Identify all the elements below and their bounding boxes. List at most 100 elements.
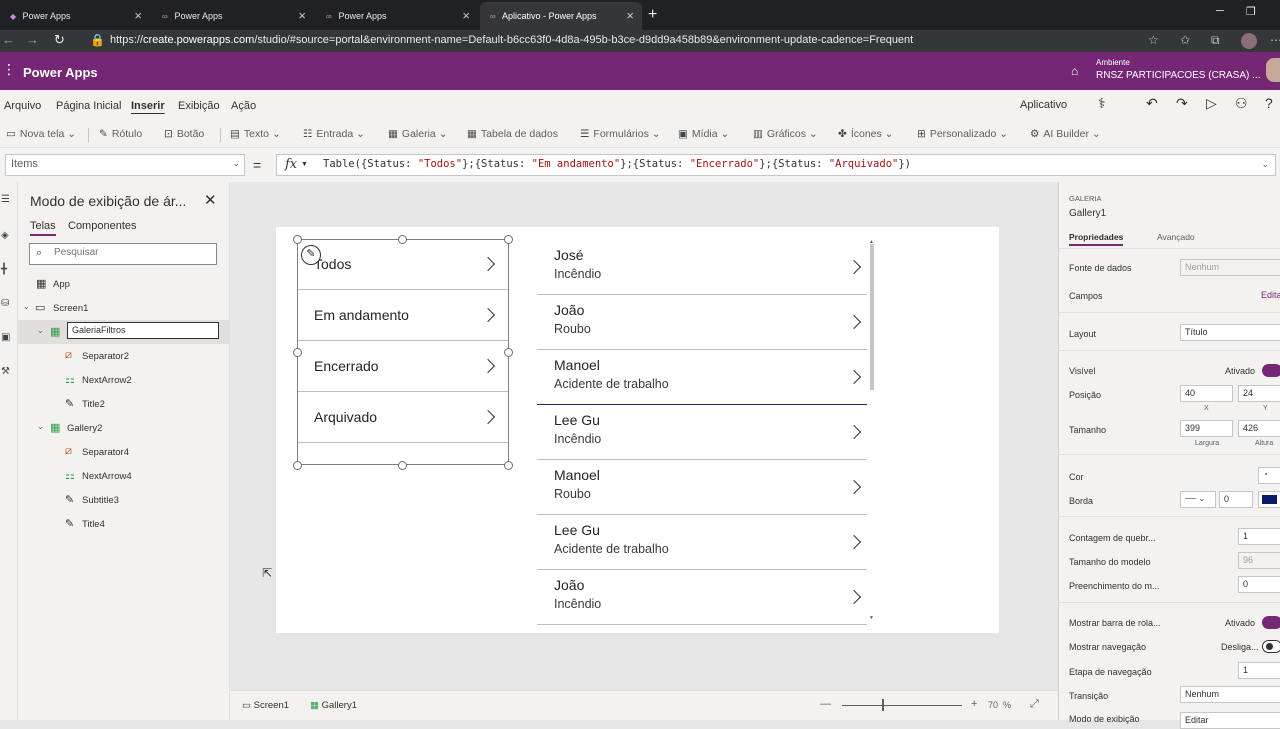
browser-tab-active[interactable]: ∞ Aplicativo - Power Apps × — [480, 2, 642, 30]
ribbon-rotulo[interactable]: ✎ Rótulo — [99, 128, 142, 140]
next-arrow-icon[interactable] — [846, 534, 862, 550]
rename-input[interactable]: GaleriaFiltros — [67, 322, 219, 339]
tree-node-app[interactable]: ▦ App — [18, 272, 230, 296]
resize-handle[interactable] — [398, 235, 407, 244]
zoom-slider-thumb[interactable] — [882, 699, 884, 711]
data-source-dropdown[interactable]: Nenhum — [1180, 259, 1280, 276]
height-input[interactable]: 426 — [1238, 420, 1280, 437]
resize-handle[interactable] — [504, 235, 513, 244]
navigation-step-input[interactable]: 1 — [1238, 662, 1280, 679]
help-icon[interactable]: ? — [1265, 95, 1273, 111]
tree-node-screen1[interactable]: ⌄ ▭ Screen1 — [18, 296, 230, 320]
tab-telas[interactable]: Telas — [30, 220, 56, 236]
ribbon-tabela-dados[interactable]: ▦ Tabela de dados — [467, 128, 558, 140]
fill-color-picker[interactable]: ◔ — [1258, 467, 1280, 484]
border-color-picker[interactable] — [1258, 491, 1280, 508]
new-tab-button[interactable]: + — [648, 6, 657, 24]
width-input[interactable]: 399 — [1180, 420, 1233, 437]
lock-icon[interactable]: 🔒 — [90, 33, 105, 47]
app-name[interactable]: Power Apps — [23, 65, 98, 80]
formula-input[interactable]: fx ▼ Table({Status: "Todos"};{Status: "E… — [276, 154, 1276, 176]
next-arrow-icon[interactable] — [846, 314, 862, 330]
scrollbar-toggle[interactable] — [1262, 616, 1280, 629]
tree-node-nextarrow4[interactable]: ⚏ NextArrow4 — [18, 464, 230, 488]
url-field[interactable]: https://create.powerapps.com/studio/#sou… — [110, 34, 913, 46]
maximize-icon[interactable]: ❐ — [1246, 5, 1256, 18]
display-mode-dropdown[interactable]: Editar — [1180, 712, 1280, 729]
tree-node-gallery2[interactable]: ⌄ ▦ Gallery2 — [18, 416, 230, 440]
gallery-item[interactable]: João Roubo — [537, 295, 867, 350]
chevron-down-icon[interactable]: ⌄ — [23, 302, 30, 311]
fit-to-window-icon[interactable]: ⤢ — [1030, 698, 1039, 711]
insert-icon[interactable]: ╋ — [1, 264, 7, 275]
ribbon-midia[interactable]: ▣ Mídia ⌄ — [678, 128, 729, 140]
menu-arquivo[interactable]: Arquivo — [4, 100, 41, 112]
environment-name[interactable]: RNSZ PARTICIPACOES (CRASA) ... — [1096, 70, 1260, 81]
chevron-down-icon[interactable]: ⌄ — [37, 326, 44, 335]
next-arrow-icon[interactable] — [846, 259, 862, 275]
chevron-down-icon[interactable]: ▼ — [301, 161, 308, 168]
gallery-item[interactable]: Manoel Roubo — [537, 460, 867, 515]
next-arrow-icon[interactable] — [846, 424, 862, 440]
ribbon-ai-builder[interactable]: ⚙ AI Builder ⌄ — [1030, 128, 1101, 140]
tree-node-title2[interactable]: ✎ Title2 — [18, 392, 230, 416]
gallery-scrollbar[interactable] — [870, 244, 874, 390]
hamburger-icon[interactable]: ☰ — [1, 194, 10, 205]
gallery-item[interactable]: João Incêndio — [537, 570, 867, 625]
ribbon-formularios[interactable]: ☰ Formulários ⌄ — [580, 128, 661, 140]
property-dropdown[interactable]: Items ⌄ — [5, 154, 245, 176]
navigation-toggle[interactable] — [1262, 640, 1280, 653]
ribbon-texto[interactable]: ▤ Texto ⌄ — [230, 128, 281, 140]
border-style-dropdown[interactable]: ── ⌄ — [1180, 491, 1216, 508]
undo-icon[interactable]: ↶ — [1146, 95, 1158, 112]
tree-node-nextarrow2[interactable]: ⚏ NextArrow2 — [18, 368, 230, 392]
tree-node-subtitle3[interactable]: ✎ Subtitle3 — [18, 488, 230, 512]
visible-toggle[interactable] — [1262, 364, 1280, 377]
layout-dropdown[interactable]: Título — [1180, 324, 1280, 341]
ribbon-entrada[interactable]: ☷ Entrada ⌄ — [303, 128, 365, 140]
back-icon[interactable]: ← — [2, 32, 15, 47]
tree-node-separator2[interactable]: ⧄ Separator2 — [18, 344, 230, 368]
menu-inserir[interactable]: Inserir — [131, 100, 165, 112]
template-size-input[interactable]: 96 — [1238, 552, 1280, 569]
user-avatar[interactable] — [1266, 58, 1280, 82]
profile-avatar[interactable] — [1241, 33, 1257, 49]
gallery-item[interactable]: Lee Gu Acidente de trabalho — [537, 515, 867, 570]
border-width-input[interactable]: 0 — [1219, 491, 1253, 508]
browser-tab-2[interactable]: ∞ Power Apps × — [152, 2, 314, 30]
ribbon-graficos[interactable]: ▥ Gráficos ⌄ — [753, 128, 818, 140]
zoom-out-button[interactable]: — — [820, 698, 831, 710]
gallery-item[interactable]: José Incêndio — [537, 240, 867, 295]
stethoscope-icon[interactable]: ⚕ — [1098, 95, 1106, 112]
media-icon[interactable]: ▣ — [1, 332, 10, 343]
control-name[interactable]: Gallery1 — [1069, 208, 1106, 219]
browser-tab-3[interactable]: ∞ Power Apps × — [316, 2, 478, 30]
tab-propriedades[interactable]: Propriedades — [1069, 232, 1124, 246]
more-icon[interactable]: ⋯ — [1270, 33, 1280, 47]
edit-template-pencil-icon[interactable]: ✎ — [301, 245, 321, 265]
menu-acao[interactable]: Ação — [231, 100, 256, 112]
formula-text[interactable]: Table({Status: "Todos"};{Status: "Em and… — [323, 158, 911, 170]
favorites-icon[interactable]: ✩ — [1180, 33, 1190, 47]
advanced-tools-icon[interactable]: ⚒ — [1, 366, 10, 377]
close-tab-icon[interactable]: × — [134, 2, 142, 30]
ribbon-botao[interactable]: ⊡ Botão — [164, 128, 204, 140]
chevron-down-icon[interactable]: ⌄ — [37, 422, 44, 431]
browser-tab-1[interactable]: ◆ Power Apps × — [0, 2, 150, 30]
app-launcher-icon[interactable]: ⋮ — [2, 61, 16, 78]
next-arrow-icon[interactable] — [846, 479, 862, 495]
wrap-count-input[interactable]: 1 — [1238, 528, 1280, 545]
menu-exibicao[interactable]: Exibição — [178, 100, 220, 112]
forward-icon[interactable]: → — [26, 32, 39, 47]
play-icon[interactable]: ▷ — [1206, 95, 1217, 112]
next-arrow-icon[interactable] — [846, 369, 862, 385]
resize-handle[interactable] — [293, 235, 302, 244]
zoom-in-button[interactable]: + — [971, 698, 977, 710]
position-x-input[interactable]: 40 — [1180, 385, 1233, 402]
resize-handle[interactable] — [293, 348, 302, 357]
template-padding-input[interactable]: 0 — [1238, 576, 1280, 593]
ribbon-nova-tela[interactable]: ▭ Nova tela ⌄ — [6, 128, 76, 140]
scroll-down-icon[interactable]: ▼ — [869, 615, 874, 621]
collections-icon[interactable]: ⧉ — [1211, 33, 1220, 48]
resize-handle[interactable] — [504, 461, 513, 470]
